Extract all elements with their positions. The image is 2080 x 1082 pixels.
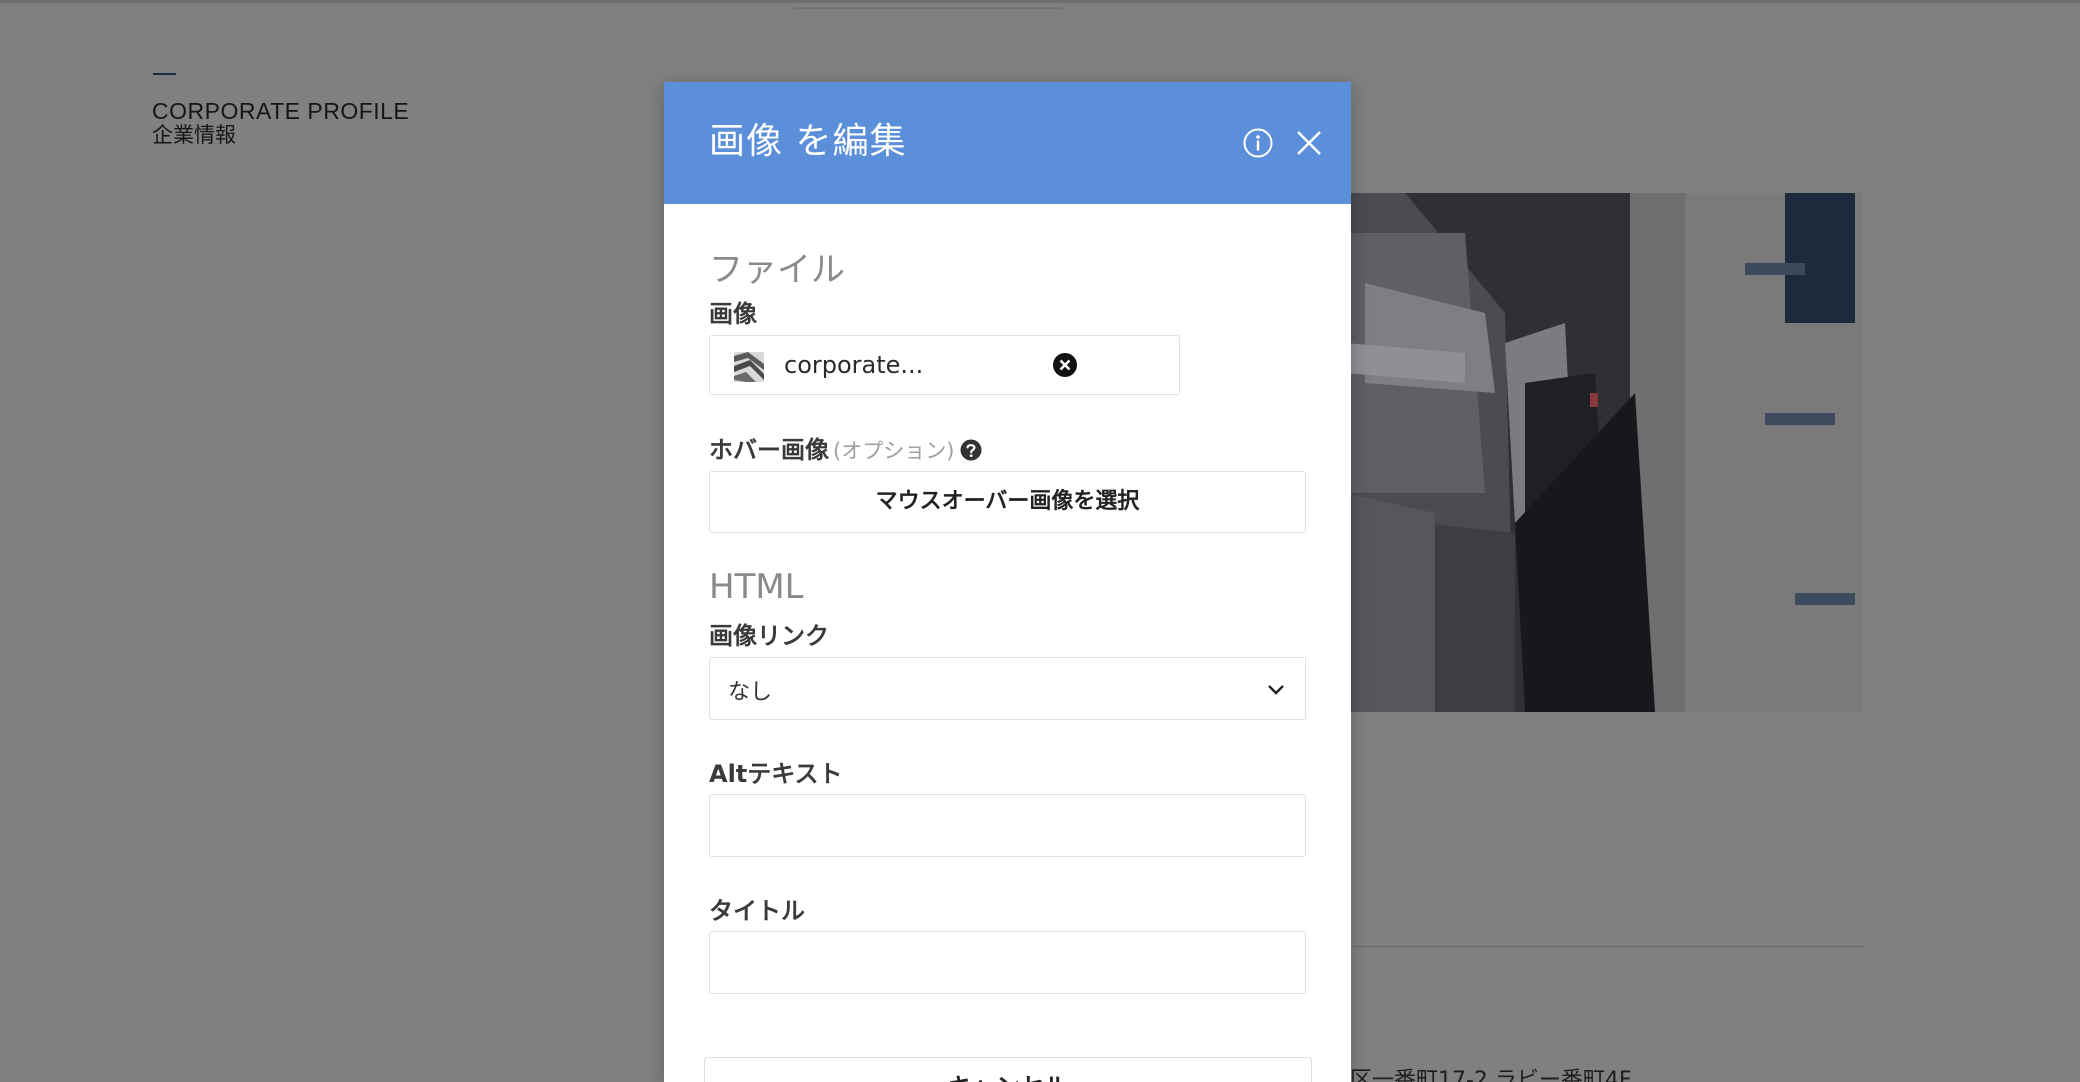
file-name: corporate... bbox=[784, 351, 924, 379]
section-heading-en: CORPORATE PROFILE bbox=[152, 98, 410, 124]
hover-image-label: ホバー画像 (オプション) bbox=[709, 430, 982, 465]
edit-image-dialog: 画像 を編集 ファイル 画像 corporate... ホバー画像 (オプション… bbox=[664, 82, 1351, 1082]
file-section-title: ファイル bbox=[709, 250, 845, 290]
top-tab-indicator bbox=[793, 7, 1063, 9]
image-label: 画像 bbox=[709, 300, 757, 328]
building-illustration bbox=[1345, 193, 1863, 712]
html-section-title: HTML bbox=[709, 567, 804, 607]
section-heading-jp: 企業情報 bbox=[152, 123, 236, 147]
accent-dash bbox=[153, 73, 176, 75]
address-text: 区一番町17-2 ラビー番町4F bbox=[1350, 1068, 1632, 1082]
image-link-select[interactable]: なし bbox=[709, 657, 1306, 720]
title-label: タイトル bbox=[709, 897, 805, 925]
content-divider bbox=[1352, 946, 1865, 947]
top-border bbox=[0, 0, 2080, 3]
image-link-label: 画像リンク bbox=[709, 622, 829, 650]
selected-image-chip[interactable]: corporate... bbox=[709, 335, 1180, 395]
dialog-header: 画像 を編集 bbox=[664, 82, 1351, 204]
building-photo bbox=[1345, 193, 1863, 712]
dialog-title: 画像 を編集 bbox=[709, 121, 907, 162]
help-icon[interactable] bbox=[960, 439, 982, 461]
info-icon[interactable] bbox=[1242, 127, 1274, 159]
image-thumbnail-icon bbox=[734, 352, 764, 382]
remove-file-icon[interactable] bbox=[1052, 352, 1078, 378]
title-input[interactable] bbox=[709, 931, 1306, 994]
alt-text-label: Altテキスト bbox=[709, 760, 843, 788]
alt-text-input[interactable] bbox=[709, 794, 1306, 857]
hover-image-label-text: ホバー画像 bbox=[709, 436, 829, 464]
close-icon[interactable] bbox=[1294, 128, 1324, 158]
select-hover-image-button[interactable]: マウスオーバー画像を選択 bbox=[709, 471, 1306, 533]
cancel-button[interactable]: キャンセル bbox=[704, 1057, 1312, 1082]
hover-optional-text: (オプション) bbox=[833, 439, 955, 463]
image-link-value: なし bbox=[728, 680, 773, 705]
chevron-down-icon bbox=[1266, 680, 1286, 700]
